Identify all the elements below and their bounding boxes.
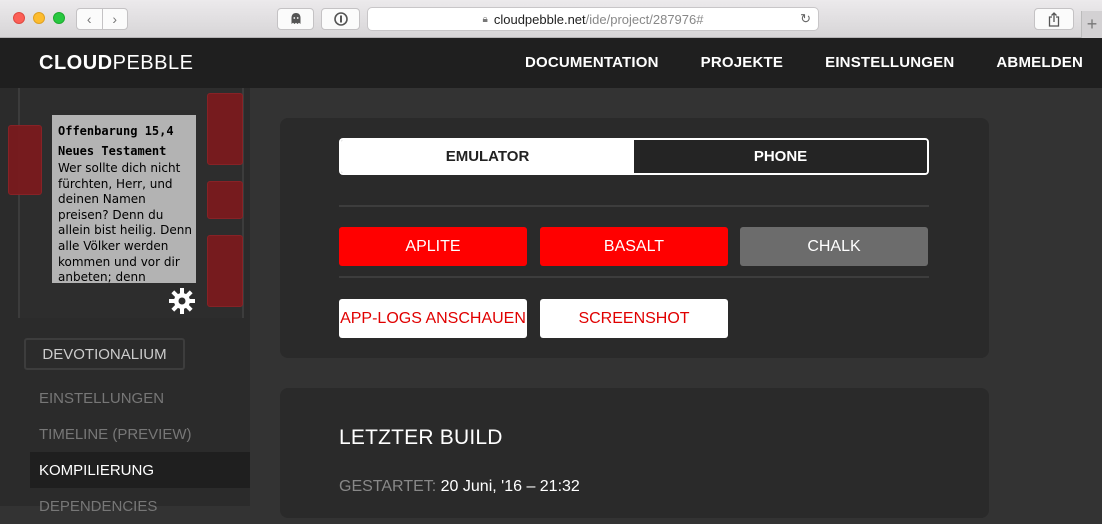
watch-select-button[interactable] xyxy=(207,181,243,219)
watch-title-testament: Neues Testament xyxy=(58,144,167,158)
reload-icon[interactable]: ↻ xyxy=(800,11,811,27)
close-window-button[interactable] xyxy=(13,12,25,24)
ghost-icon xyxy=(291,13,300,24)
info-circle-icon xyxy=(333,12,348,26)
tab-emulator[interactable]: EMULATOR xyxy=(341,140,634,173)
aplite-button[interactable]: APLITE xyxy=(339,227,527,266)
started-label: GESTARTET: xyxy=(339,478,437,495)
lock-icon: 🔒︎ xyxy=(482,13,488,25)
app-logs-button[interactable]: APP-LOGS ANSCHAUEN xyxy=(339,299,527,338)
gear-icon[interactable] xyxy=(168,287,196,315)
top-navigation: DOCUMENTATION PROJEKTE EINSTELLUNGEN ABM… xyxy=(483,54,1083,71)
zoom-window-button[interactable] xyxy=(53,12,65,24)
last-build-panel: LETZTER BUILD GESTARTET: 20 Juni, '16 – … xyxy=(280,388,989,518)
watch-back-button[interactable] xyxy=(8,125,42,195)
watch-screen: Offenbarung 15,4 Neues Testament Wer sol… xyxy=(52,115,196,283)
reader-extension-button[interactable] xyxy=(321,8,360,30)
nav-documentation[interactable]: DOCUMENTATION xyxy=(525,54,659,71)
emulator-watch: Offenbarung 15,4 Neues Testament Wer sol… xyxy=(8,88,244,318)
tab-phone[interactable]: PHONE xyxy=(634,140,927,173)
sidebar-item-timeline[interactable]: TIMELINE (PREVIEW) xyxy=(30,416,250,452)
history-nav: ‹ › xyxy=(76,8,128,30)
ghostery-extension-button[interactable] xyxy=(277,8,314,30)
watch-body-text: Wer sollte dich nicht fürchten, Herr, un… xyxy=(58,161,192,283)
share-button[interactable] xyxy=(1034,8,1074,30)
new-tab-button[interactable]: + xyxy=(1081,11,1102,38)
divider xyxy=(339,205,929,207)
nav-projekte[interactable]: PROJEKTE xyxy=(701,54,783,71)
nav-einstellungen[interactable]: EINSTELLUNGEN xyxy=(825,54,954,71)
url-path: /ide/project/287976# xyxy=(585,11,704,27)
target-switch: EMULATOR PHONE xyxy=(339,138,929,175)
back-icon[interactable]: ‹ xyxy=(77,9,103,29)
screenshot-button[interactable]: SCREENSHOT xyxy=(540,299,728,338)
divider xyxy=(339,276,929,278)
forward-icon[interactable]: › xyxy=(103,9,128,29)
url-domain: cloudpebble.net xyxy=(493,11,586,27)
project-name-badge[interactable]: DEVOTIONALIUM xyxy=(24,338,185,370)
sidebar-item-kompilierung[interactable]: KOMPILIERUNG xyxy=(30,452,250,488)
watch-up-button[interactable] xyxy=(207,93,243,165)
last-build-title: LETZTER BUILD xyxy=(339,426,503,449)
share-icon xyxy=(1048,11,1060,27)
minimize-window-button[interactable] xyxy=(33,12,45,24)
watch-title-verse: Offenbarung 15,4 xyxy=(58,124,174,138)
emulator-panel: EMULATOR PHONE APLITE BASALT CHALK APP-L… xyxy=(280,118,989,358)
sidebar-item-dependencies[interactable]: DEPENDENCIES xyxy=(30,488,250,524)
basalt-button[interactable]: BASALT xyxy=(540,227,728,266)
build-started: GESTARTET: 20 Juni, '16 – 21:32 xyxy=(339,478,580,496)
sidebar-item-einstellungen[interactable]: EINSTELLUNGEN xyxy=(30,380,250,416)
watch-down-button[interactable] xyxy=(207,235,243,307)
started-value: 20 Juni, '16 – 21:32 xyxy=(440,478,580,495)
cloudpebble-logo[interactable]: CLOUDPEBBLE xyxy=(39,52,193,75)
sidebar: Offenbarung 15,4 Neues Testament Wer sol… xyxy=(0,88,250,515)
chalk-button[interactable]: CHALK xyxy=(740,227,928,266)
nav-abmelden[interactable]: ABMELDEN xyxy=(996,54,1083,71)
address-bar[interactable]: 🔒︎ cloudpebble.net/ide/project/287976# ↻ xyxy=(367,7,819,31)
app-header: CLOUDPEBBLE DOCUMENTATION PROJEKTE EINST… xyxy=(0,38,1102,88)
browser-toolbar: ‹ › 🔒︎ cloudpebble.net/ide/project/28797… xyxy=(0,0,1102,38)
